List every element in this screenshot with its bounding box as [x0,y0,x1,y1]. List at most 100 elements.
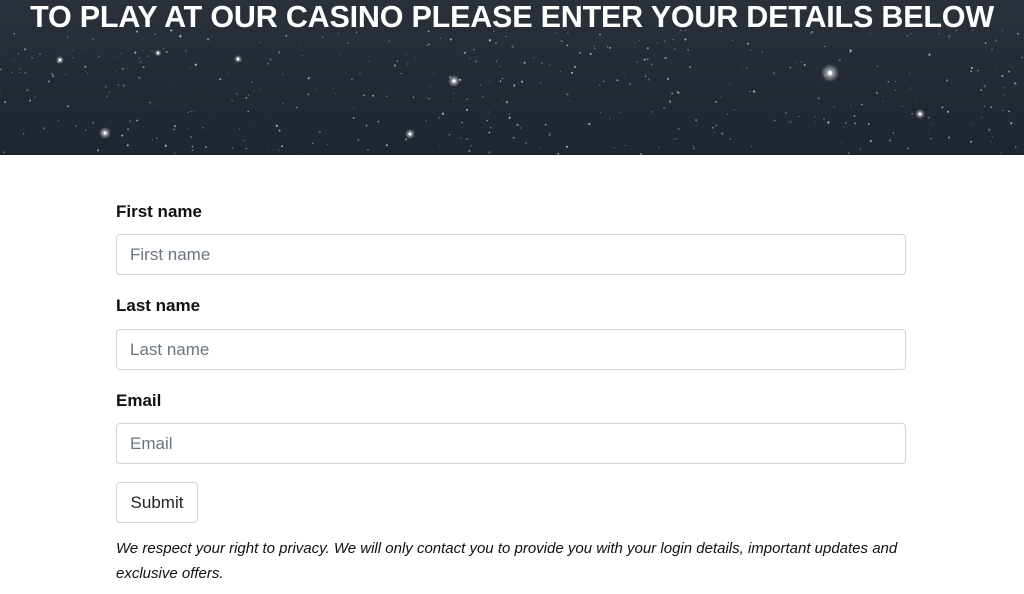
star-dot [38,53,42,56]
star-dot [673,48,676,51]
star-dot [281,145,284,148]
star-dot [24,72,27,74]
star-dot [927,116,930,119]
star-dot [97,55,101,58]
star-dot [948,37,950,39]
star-dot [247,94,250,97]
star-dot [142,66,145,69]
star-dot [405,53,407,55]
star-dot [801,61,802,63]
star-dot [585,100,587,102]
star-dot [164,144,167,147]
email-input[interactable] [116,423,906,464]
star-dot [999,152,1002,154]
star-dot [278,51,281,54]
star-dot [930,137,933,140]
star-dot [85,129,87,132]
star-dot [644,75,647,77]
star-dot [981,116,983,119]
star-dot [594,47,596,50]
star-dot [469,145,472,147]
star-dot [646,47,649,50]
star-dot [694,119,698,122]
star-dot [814,116,816,118]
star-dot [106,95,109,98]
star-dot [948,35,951,38]
star-dot [412,96,415,98]
star-dot [120,53,123,55]
star-dot [469,58,471,60]
last-name-input[interactable] [116,329,906,370]
star-dot [663,40,666,42]
star-dot [121,134,124,137]
star-dot [489,81,490,83]
star-dot [114,70,116,72]
star-dot [439,144,441,146]
star-dot [295,106,298,109]
star-dot [787,120,789,122]
star-dot [173,128,175,131]
star-dot [1004,87,1006,89]
star-dot [66,36,69,38]
star-dot [729,83,731,86]
star-dot [453,92,455,94]
star-dot [84,65,87,68]
star-dot [606,46,609,48]
star-dot [833,105,835,108]
star-dot [984,105,986,107]
star-dot [413,57,416,59]
star-dot [523,61,526,64]
star-dot [909,72,911,74]
star-dot [252,123,254,125]
star-dot [495,60,498,63]
star-dot [307,77,310,80]
star-dot [599,111,602,114]
star-dot [803,63,806,66]
star-dot [711,126,715,129]
star-dot [948,136,951,139]
star-dot [995,70,997,72]
star-dot [169,83,171,85]
star-dot [663,106,666,110]
star-dot [633,47,635,49]
star-dot [138,76,141,79]
star-dot [511,45,514,48]
star-dot [789,66,792,69]
star-dot [449,38,452,41]
star-dot [901,45,903,47]
star-dot [488,151,491,154]
star-dot [573,65,576,68]
star-dot [30,56,34,60]
star-dot [475,60,478,63]
star-dot [727,113,729,115]
star-dot [842,126,844,128]
star-dot [930,123,932,125]
star-dot [894,89,897,92]
star-dot [267,146,269,148]
star-dot [17,52,20,55]
star-dot [519,127,521,129]
submit-button[interactable]: Submit [116,482,198,523]
star-dot [992,136,994,138]
first-name-input[interactable] [116,234,906,275]
star-dot [405,138,408,141]
star-dot [675,138,677,140]
star-dot [184,50,187,53]
star-dot [983,85,986,88]
star-dot [915,100,917,102]
star-dot [245,148,247,150]
star-dot [72,57,74,59]
star-dot [879,130,881,132]
star-dot [849,49,852,52]
star-dot [58,119,60,121]
star-dot [23,133,25,135]
star-dot [608,46,611,49]
star-dot [1010,122,1013,125]
star-dot [579,51,582,54]
star-dot [142,49,144,51]
star-dot [495,42,497,44]
star-dot [174,125,176,128]
star-dot [599,84,601,86]
star-dot [385,144,388,147]
star-dot [162,48,165,50]
